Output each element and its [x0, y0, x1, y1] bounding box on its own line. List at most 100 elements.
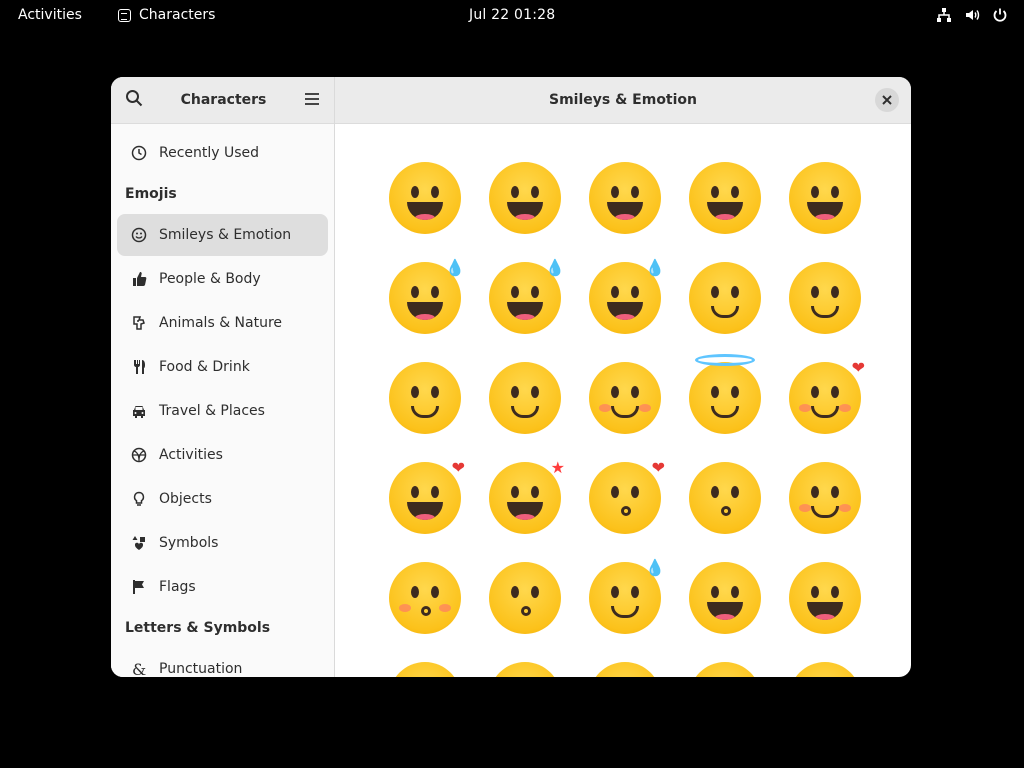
face-savoring-food-icon [689, 562, 761, 634]
emoji-grinning-squinting-face[interactable] [775, 148, 875, 248]
sidebar-item-smileys-emotion[interactable]: Smileys & Emotion [117, 214, 328, 256]
ball-icon [131, 447, 147, 463]
sidebar-item-label: Animals & Nature [159, 315, 283, 331]
emoji-hugging-face[interactable] [775, 648, 875, 677]
upside-down-face-icon [789, 262, 861, 334]
emoji-kissing-face-smiling-eyes[interactable] [475, 548, 575, 648]
page-title: Smileys & Emotion [548, 92, 698, 108]
sidebar-item-label: Travel & Places [159, 403, 265, 419]
flag-icon [131, 579, 147, 595]
sidebar-item-punctuation[interactable]: & Punctuation [117, 648, 328, 677]
svg-text:&: & [132, 661, 146, 677]
beaming-face-icon [689, 162, 761, 234]
emoji-grinning-face-sweat[interactable]: 💧 [375, 248, 475, 348]
content-pane: Smileys & Emotion 💧 💧 💧 ❤ ❤ ★ ❤ 💧 [335, 77, 911, 677]
sidebar-item-label: Smileys & Emotion [159, 227, 292, 243]
emoji-grinning-face-smiling-eyes[interactable] [575, 148, 675, 248]
winking-face-tongue-icon [389, 662, 461, 677]
emoji-face-savoring-food[interactable] [675, 548, 775, 648]
sidebar-section-header: Letters & Symbols [125, 620, 271, 636]
emoji-kissing-face[interactable] [675, 448, 775, 548]
thumbs-up-icon [131, 271, 147, 287]
kissing-face-closed-eyes-icon [389, 562, 461, 634]
power-icon[interactable] [992, 7, 1008, 23]
sidebar-item-animals-nature[interactable]: Animals & Nature [117, 302, 328, 344]
hamburger-menu-icon[interactable] [304, 91, 320, 110]
emoji-star-struck[interactable]: ★ [475, 448, 575, 548]
slightly-smiling-face-icon [689, 262, 761, 334]
emoji-grinning-face[interactable] [375, 148, 475, 248]
sidebar-item-symbols[interactable]: Symbols [117, 522, 328, 564]
clock-icon [131, 145, 147, 161]
sidebar-item-recently-used[interactable]: Recently Used [117, 132, 328, 174]
close-button[interactable] [875, 88, 899, 112]
emoji-face-blowing-kiss[interactable]: ❤ [575, 448, 675, 548]
heart-eyes-icon: ❤ [389, 460, 465, 534]
volume-icon[interactable] [964, 7, 980, 23]
sidebar-item-objects[interactable]: Objects [117, 478, 328, 520]
activities-button[interactable]: Activities [18, 7, 82, 23]
sidebar-item-label: Activities [159, 447, 223, 463]
star-struck-icon: ★ [489, 460, 565, 534]
emoji-smiling-face[interactable] [775, 448, 875, 548]
emoji-kissing-face-closed-eyes[interactable] [375, 548, 475, 648]
emoji-heart-eyes[interactable]: ❤ [375, 448, 475, 548]
sidebar-item-label: Objects [159, 491, 212, 507]
emoji-smiling-face-halo[interactable] [675, 348, 775, 448]
emoji-zany-face[interactable] [475, 648, 575, 677]
app-menu-label: Characters [139, 7, 216, 23]
sidebar-item-activities[interactable]: Activities [117, 434, 328, 476]
melting-face-icon [389, 362, 461, 434]
emoji-rolling-on-floor-laughing[interactable]: 💧 [475, 248, 575, 348]
emoji-winking-face[interactable] [475, 348, 575, 448]
smiley-icon [131, 227, 147, 243]
sidebar-item-people-body[interactable]: People & Body [117, 258, 328, 300]
emoji-smiling-face-smiling-eyes[interactable] [575, 348, 675, 448]
emoji-melting-face[interactable] [375, 348, 475, 448]
characters-app-icon [118, 8, 131, 22]
emoji-face-with-tongue[interactable] [775, 548, 875, 648]
car-icon [131, 403, 147, 419]
emoji-money-mouth-face[interactable] [675, 648, 775, 677]
emoji-smiling-face-tear[interactable]: 💧 [575, 548, 675, 648]
smiling-face-halo-icon [689, 354, 761, 434]
smiling-face-smiling-eyes-icon [589, 362, 661, 434]
sidebar-list: Recently Used Emojis Smileys & Emotion Peop… [111, 124, 334, 677]
sidebar-item-food-drink[interactable]: Food & Drink [117, 346, 328, 388]
face-with-tears-of-joy-icon: 💧 [589, 260, 665, 334]
face-with-tongue-icon [789, 562, 861, 634]
emoji-squinting-face-tongue[interactable] [575, 648, 675, 677]
content-header: Smileys & Emotion [335, 77, 911, 124]
clock[interactable]: Jul 22 01:28 [469, 7, 555, 23]
emoji-grid-scroll[interactable]: 💧 💧 💧 ❤ ❤ ★ ❤ 💧 [335, 124, 911, 677]
emoji-grinning-face-big-eyes[interactable] [475, 148, 575, 248]
money-mouth-face-icon [689, 662, 761, 677]
sidebar-item-label: Flags [159, 579, 196, 595]
sidebar-item-travel-places[interactable]: Travel & Places [117, 390, 328, 432]
emoji-face-with-tears-of-joy[interactable]: 💧 [575, 248, 675, 348]
emoji-smiling-face-hearts[interactable]: ❤ [775, 348, 875, 448]
sidebar-item-label: Symbols [159, 535, 219, 551]
winking-face-icon [489, 362, 561, 434]
sidebar-item-flags[interactable]: Flags [117, 566, 328, 608]
search-icon[interactable] [125, 89, 143, 111]
grinning-face-big-eyes-icon [489, 162, 561, 234]
sidebar-item-label: Recently Used [159, 145, 260, 161]
emoji-upside-down-face[interactable] [775, 248, 875, 348]
emoji-beaming-face[interactable] [675, 148, 775, 248]
characters-window: Characters Recently Used Emojis Smileys & … [111, 77, 911, 677]
squinting-face-tongue-icon [589, 662, 661, 677]
hugging-face-icon [789, 662, 861, 677]
app-menu-button[interactable]: Characters [118, 7, 215, 23]
emoji-slightly-smiling-face[interactable] [675, 248, 775, 348]
network-icon[interactable] [936, 7, 952, 23]
zany-face-icon [489, 662, 561, 677]
emoji-winking-face-tongue[interactable] [375, 648, 475, 677]
sidebar-section-header: Emojis [125, 186, 177, 202]
emoji-grid: 💧 💧 💧 ❤ ❤ ★ ❤ 💧 [375, 148, 875, 677]
ampersand-icon: & [131, 661, 147, 677]
grinning-face-sweat-icon: 💧 [389, 260, 465, 334]
sidebar-item-label: Punctuation [159, 661, 243, 677]
system-tray[interactable] [936, 7, 1008, 23]
grinning-squinting-face-icon [789, 162, 861, 234]
